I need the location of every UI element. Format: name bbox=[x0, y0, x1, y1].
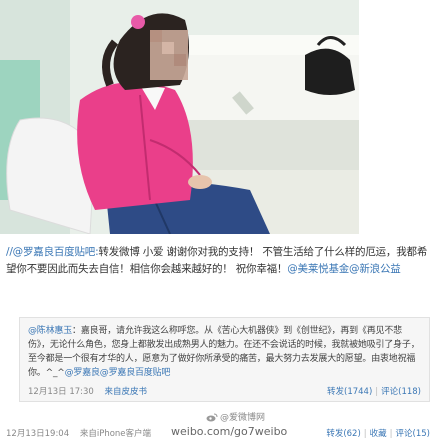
favorite-link[interactable]: 收藏 bbox=[370, 429, 387, 439]
weibo-logo-icon bbox=[206, 413, 218, 422]
post-tag-mention[interactable]: @美莱悦基金@新浪公益 bbox=[287, 263, 401, 275]
post-time[interactable]: 12月13日19:04 bbox=[6, 429, 69, 439]
repost-comment-link[interactable]: 评论(118) bbox=[381, 387, 421, 397]
repost-source[interactable]: 来自皮皮书 bbox=[105, 387, 148, 397]
repost-tail-mention[interactable]: @罗嘉良@罗嘉良百度贴吧 bbox=[65, 368, 171, 378]
watermark: @爱微博网 bbox=[206, 410, 265, 423]
repost-body: @陈林惠玉：嘉良哥，请允许我这么称呼您。从《苦心大机器侠》到《创世纪》，再到《再… bbox=[28, 324, 423, 380]
hospital-photo-illustration bbox=[0, 0, 359, 234]
repost-author[interactable]: @陈林惠玉 bbox=[28, 326, 72, 336]
post-footer: 12月13日19:04 来自iPhone客户端 weibo.com/go7wei… bbox=[6, 425, 430, 441]
post-mention[interactable]: //@罗嘉良百度贴吧: bbox=[6, 246, 99, 258]
post-actions: 转发(62) | 收藏 | 评论(15) bbox=[326, 429, 430, 439]
repost-meta: 12月13日 17:30 来自皮皮书 转发(1744) | 评论(118) bbox=[28, 385, 421, 399]
watermark-brand: @爱微博网 bbox=[220, 413, 266, 423]
comment-link[interactable]: 评论(15) bbox=[396, 429, 430, 439]
repost-card: @陈林惠玉：嘉良哥，请允许我这么称呼您。从《苦心大机器侠》到《创世纪》，再到《再… bbox=[19, 317, 430, 402]
post-photo[interactable] bbox=[0, 0, 359, 234]
post-text: //@罗嘉良百度贴吧:转发微博 小爱 谢谢你对我的支持！ 不管生活给了什么样的厄… bbox=[6, 244, 432, 278]
repost-time[interactable]: 12月13日 17:30 bbox=[28, 387, 94, 397]
repost-actions: 转发(1744) | 评论(118) bbox=[327, 387, 421, 397]
forward-link[interactable]: 转发(62) bbox=[326, 429, 360, 439]
post-source: 来自iPhone客户端 bbox=[79, 429, 152, 439]
repost-forward-link[interactable]: 转发(1744) bbox=[327, 387, 372, 397]
watermark-url: weibo.com/go7weibo bbox=[171, 425, 288, 438]
